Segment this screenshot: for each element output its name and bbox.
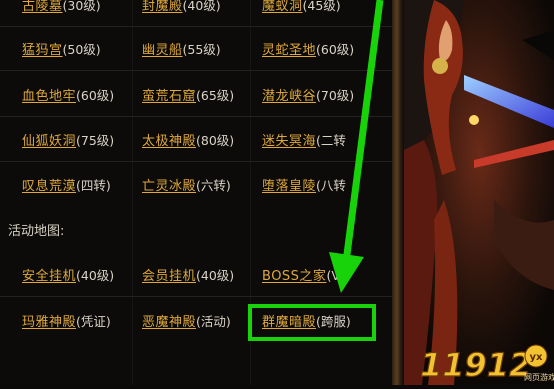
map-level: (65级) (196, 88, 235, 103)
map-link[interactable]: 魔蚁洞 (262, 0, 303, 14)
map-level: (VI (326, 268, 344, 283)
site-logo: 11912 yx 网页游戏 (418, 340, 554, 385)
map-level: (60级) (76, 88, 115, 103)
map-row: 猛犸宫(50级) 幽灵船(55级) 灵蛇圣地(60级) (0, 30, 392, 71)
map-level: (活动) (196, 314, 231, 329)
map-link[interactable]: 太极神殿 (142, 134, 196, 149)
map-level: (70级) (316, 88, 355, 103)
map-link[interactable]: 蛮荒石窟 (142, 89, 196, 104)
map-row: 仙狐妖洞(75级) 太极神殿(80级) 迷失冥海(二转 (0, 121, 392, 162)
activity-maps-heading: 活动地图: (8, 224, 65, 239)
map-link[interactable]: 玛雅神殿 (22, 315, 76, 330)
map-level: (40级) (196, 268, 235, 283)
map-link[interactable]: 恶魔神殿 (142, 315, 196, 330)
map-link[interactable]: 血色地牢 (22, 89, 76, 104)
map-level: (二转 (316, 133, 346, 148)
map-link[interactable]: 叹息荒漠 (22, 179, 76, 194)
map-level: (75级) (76, 133, 115, 148)
map-row: 古陵墓(30级) 封魔殿(40级) 魔蚁洞(45级) (0, 0, 392, 27)
highlight-box (248, 304, 376, 341)
game-character-artwork (404, 0, 554, 385)
map-link[interactable]: 迷失冥海 (262, 134, 316, 149)
map-link[interactable]: 堕落皇陵 (262, 179, 316, 194)
map-level: (60级) (316, 42, 355, 57)
map-link[interactable]: 安全挂机 (22, 269, 76, 284)
map-level: (六转) (196, 178, 231, 193)
map-link[interactable]: 幽灵船 (142, 43, 183, 58)
logo-badge: yx (530, 352, 544, 363)
map-level: (四转) (76, 178, 111, 193)
map-level: (80级) (196, 133, 235, 148)
map-row: 安全挂机(40级) 会员挂机(40级) BOSS之家(VI (0, 256, 392, 297)
map-link[interactable]: 猛犸宫 (22, 43, 63, 58)
map-level: (八转 (316, 178, 346, 193)
map-level: (45级) (302, 0, 341, 13)
map-link[interactable]: 潜龙峡谷 (262, 89, 316, 104)
logo-text: 11912 (420, 346, 531, 384)
map-link[interactable]: 仙狐妖洞 (22, 134, 76, 149)
map-row: 叹息荒漠(四转) 亡灵冰殿(六转) 堕落皇陵(八转 (0, 166, 392, 206)
map-link[interactable]: 亡灵冰殿 (142, 179, 196, 194)
map-level: (40级) (182, 0, 221, 13)
map-link[interactable]: 会员挂机 (142, 269, 196, 284)
map-row: 血色地牢(60级) 蛮荒石窟(65级) 潜龙峡谷(70级) (0, 76, 392, 117)
map-link[interactable]: BOSS之家 (262, 269, 326, 284)
map-level: (凭证) (76, 314, 111, 329)
map-link[interactable]: 封魔殿 (142, 0, 183, 14)
logo-subtitle: 网页游戏 (524, 372, 554, 382)
map-level: (50级) (62, 42, 101, 57)
map-level: (40级) (76, 268, 115, 283)
map-link[interactable]: 古陵墓 (22, 0, 63, 14)
map-link[interactable]: 灵蛇圣地 (262, 43, 316, 58)
map-level: (55级) (182, 42, 221, 57)
map-level: (30级) (62, 0, 101, 13)
panel-frame-border (392, 0, 404, 385)
